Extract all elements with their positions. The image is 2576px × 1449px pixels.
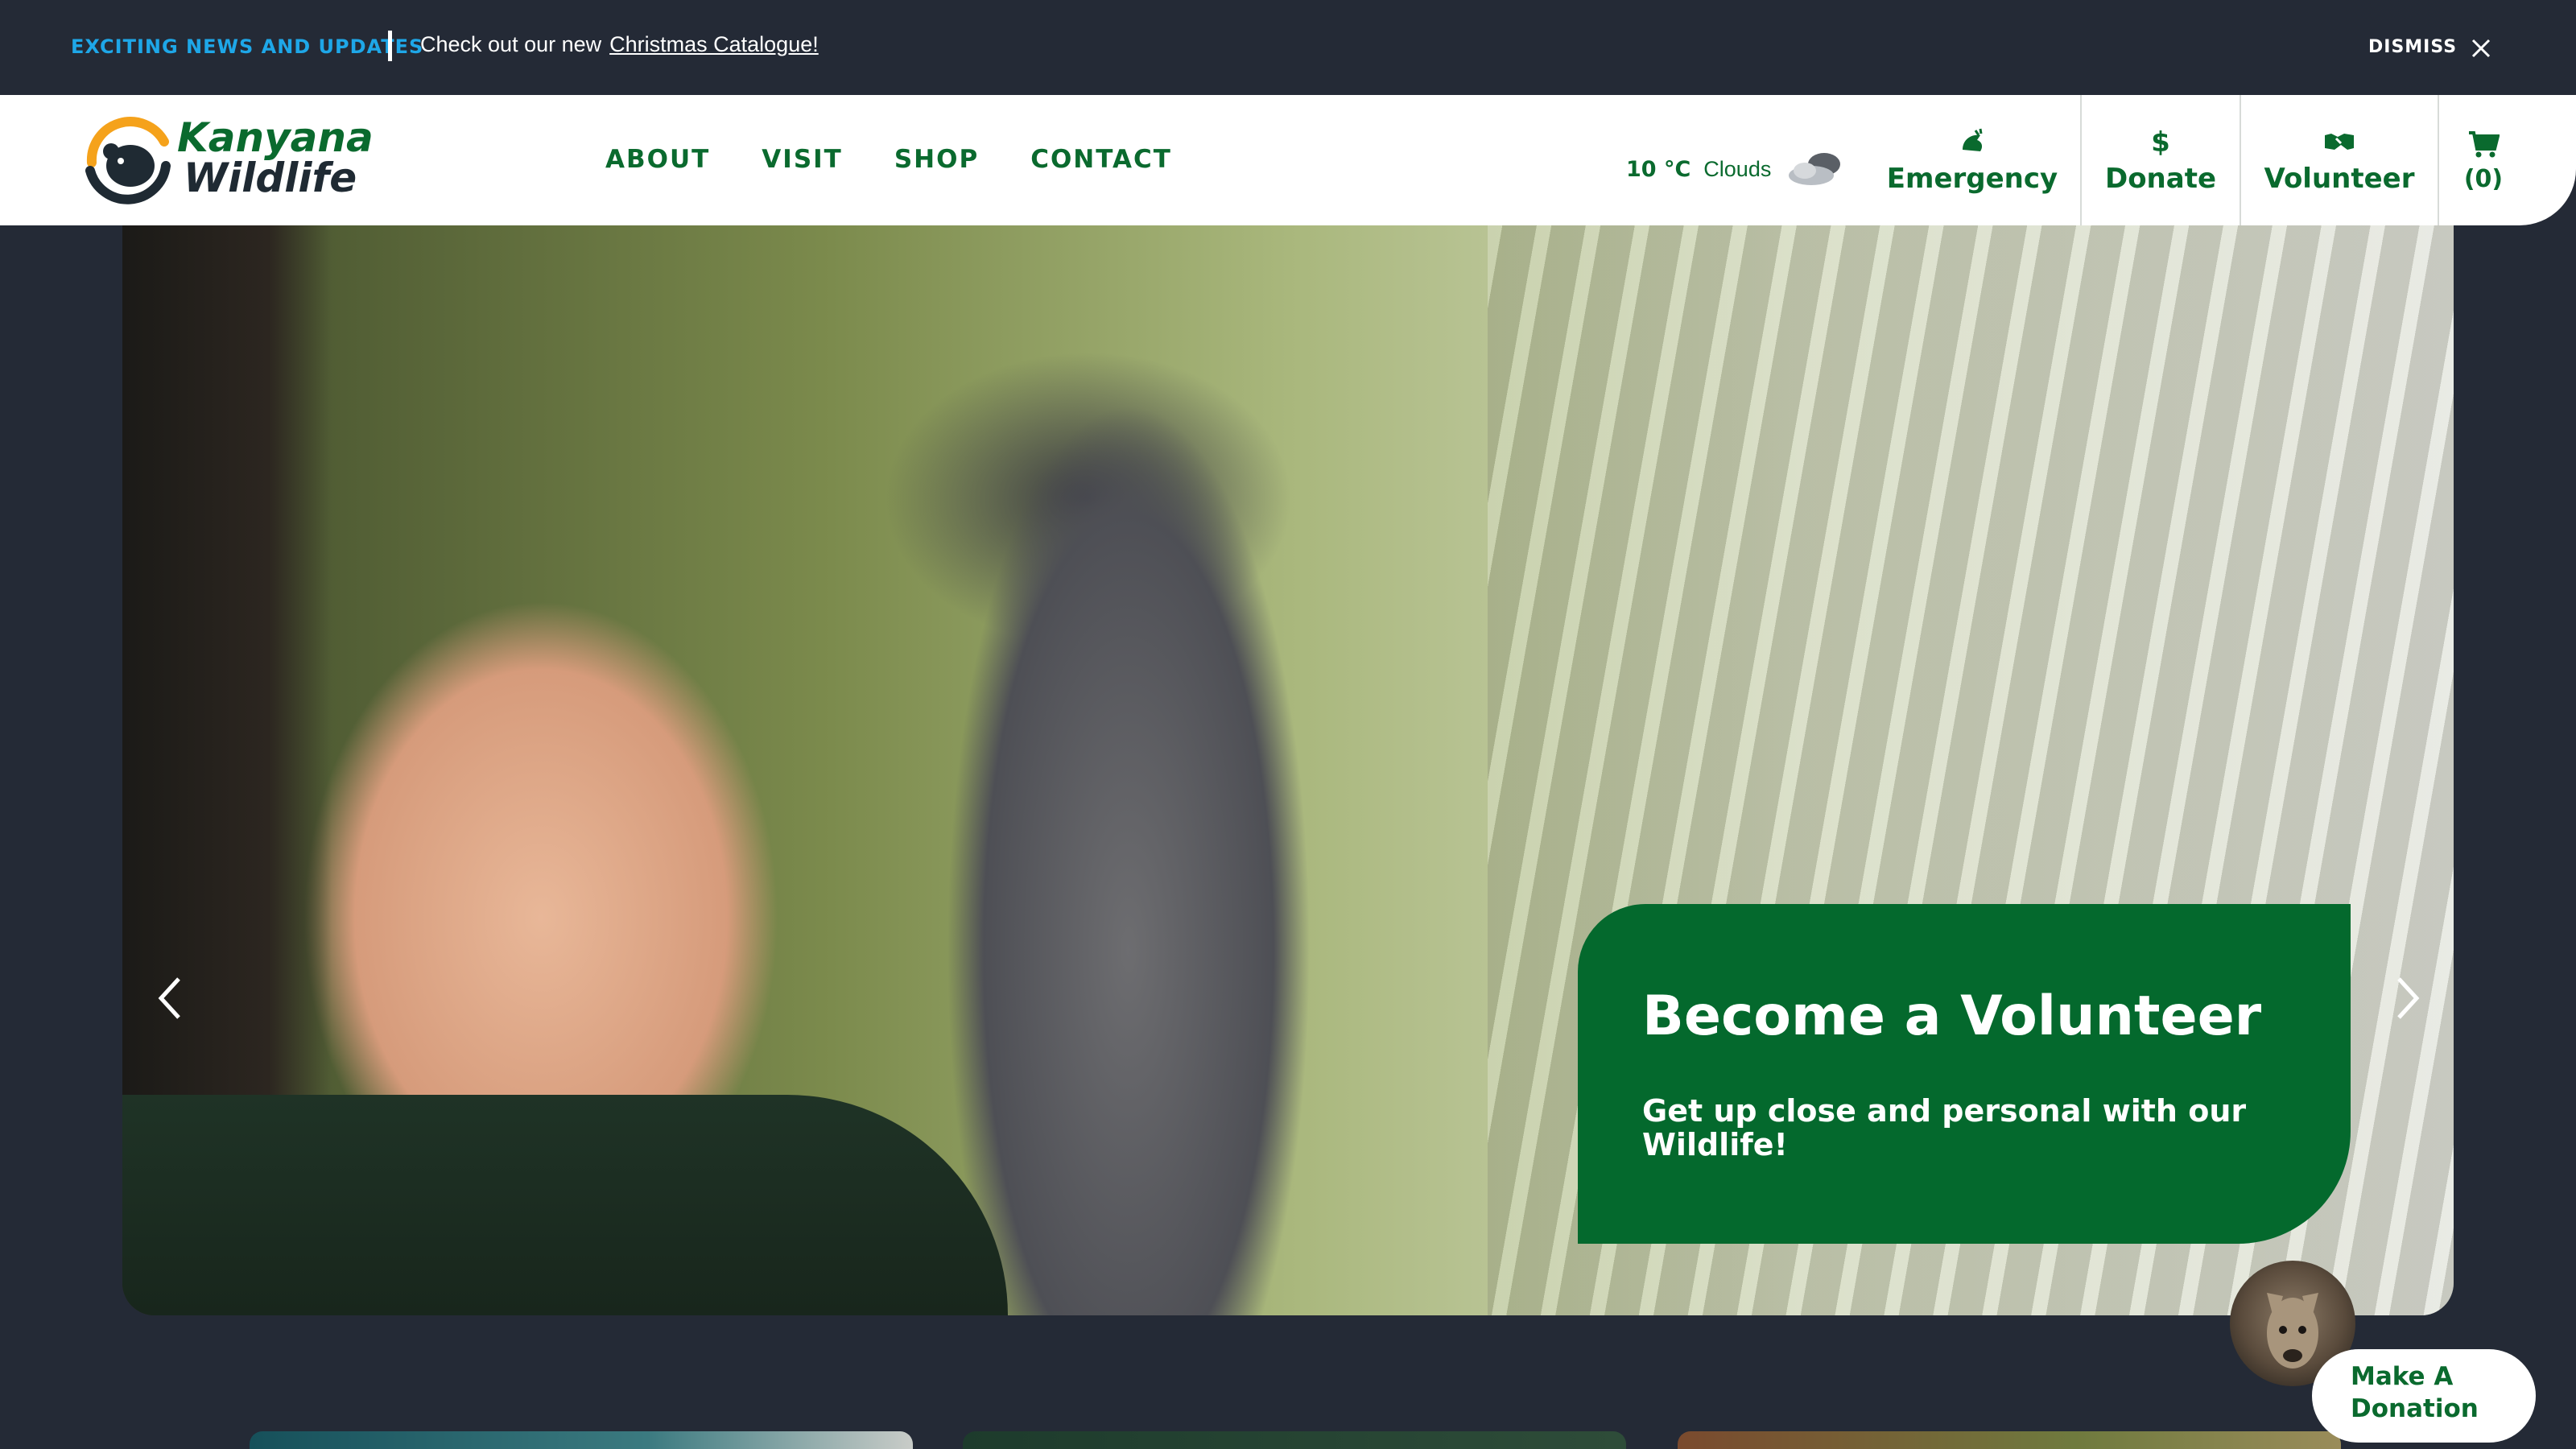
- site-logo[interactable]: Kanyana Wildlife: [80, 113, 374, 209]
- weather-widget: 10 °C Clouds: [1626, 147, 1850, 192]
- announcement-bar: EXCITING NEWS AND UPDATES Check out our …: [0, 0, 2576, 95]
- feature-card[interactable]: [1678, 1431, 2341, 1449]
- donate-button[interactable]: $ Donate: [2082, 95, 2240, 225]
- nav-contact[interactable]: CONTACT: [1030, 145, 1172, 174]
- logo-line1: Kanyana: [177, 114, 374, 161]
- chevron-right-icon: [2397, 977, 2420, 1019]
- cloud-icon: [1789, 153, 1841, 185]
- main-nav: ABOUT VISIT SHOP CONTACT: [605, 145, 1172, 174]
- emergency-label: Emergency: [1886, 163, 2058, 195]
- weather-condition: Clouds: [1703, 156, 1772, 181]
- nav-shop[interactable]: SHOP: [894, 145, 979, 174]
- carousel-prev-button[interactable]: [155, 974, 187, 1022]
- dismiss-button[interactable]: DISMISS: [2368, 37, 2457, 57]
- feature-card[interactable]: [250, 1431, 913, 1449]
- volunteer-button[interactable]: Volunteer: [2241, 95, 2438, 225]
- announcement-message: Check out our new Christmas Catalogue!: [420, 32, 819, 57]
- feature-card[interactable]: [963, 1431, 1626, 1449]
- donation-label-line1: Make A: [2351, 1362, 2454, 1391]
- svg-text:$: $: [2151, 126, 2170, 158]
- donation-label-line2: Donation: [2351, 1394, 2479, 1423]
- carousel-next-button[interactable]: [2391, 974, 2423, 1022]
- dollar-icon: $: [2151, 126, 2170, 158]
- shopping-cart-icon: [2469, 130, 2500, 157]
- volunteer-label: Volunteer: [2264, 163, 2415, 195]
- promo-subtitle: Get up close and personal with our Wildl…: [1642, 1093, 2247, 1162]
- weather-temperature: 10 °C: [1626, 156, 1691, 182]
- nav-about[interactable]: ABOUT: [605, 145, 710, 174]
- christmas-catalogue-link[interactable]: Christmas Catalogue!: [609, 32, 819, 56]
- wildlife-emergency-icon: [1963, 128, 1983, 151]
- chevron-left-icon: [158, 977, 180, 1019]
- logo-wordmark: Kanyana Wildlife: [177, 118, 374, 198]
- promo-title: Become a Volunteer: [1642, 985, 2262, 1048]
- emergency-button[interactable]: Emergency: [1876, 95, 2069, 225]
- nav-visit[interactable]: VISIT: [762, 145, 843, 174]
- announcement-divider: [388, 31, 392, 61]
- announcement-tag: EXCITING NEWS AND UPDATES: [71, 35, 424, 58]
- cart-button[interactable]: (0): [2439, 95, 2528, 225]
- close-icon[interactable]: [2468, 35, 2494, 61]
- site-header: Kanyana Wildlife ABOUT VISIT SHOP CONTAC…: [0, 95, 2576, 225]
- handshake-icon: [2325, 134, 2354, 150]
- make-donation-button[interactable]: Make A Donation: [2312, 1349, 2536, 1443]
- logo-mark-icon: [85, 117, 171, 204]
- hero-image-shirt: [122, 1095, 1008, 1315]
- cart-count: (0): [2463, 164, 2504, 193]
- volunteer-promo-card[interactable]: Become a Volunteer Get up close and pers…: [1578, 904, 2351, 1244]
- donate-label: Donate: [2104, 163, 2217, 195]
- announcement-text: Check out our new: [420, 32, 602, 56]
- logo-line2: Wildlife: [184, 155, 357, 201]
